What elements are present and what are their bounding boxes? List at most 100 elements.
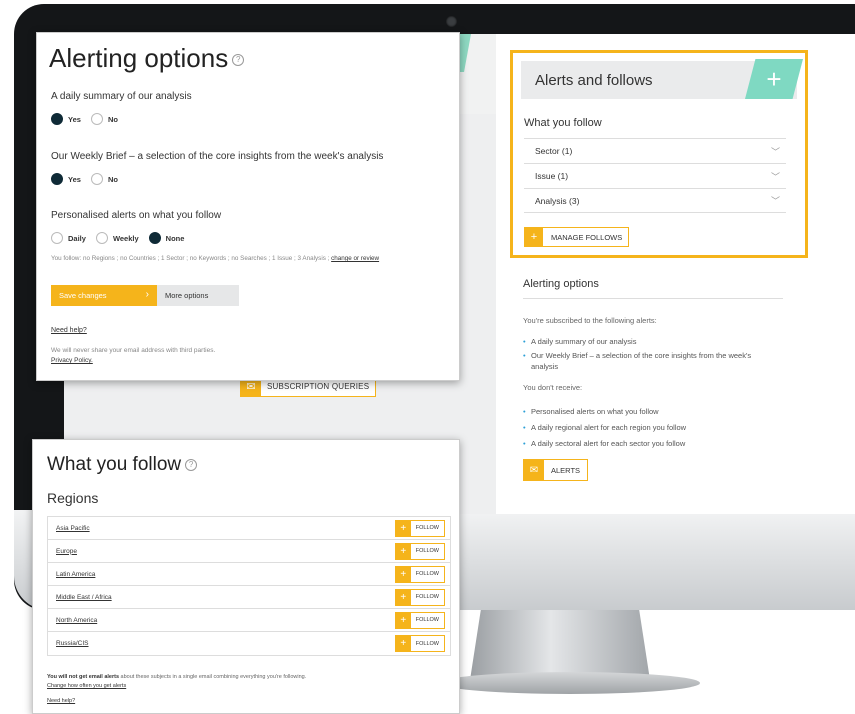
plus-icon: + — [395, 636, 411, 651]
panel-title-text: Alerting options — [49, 43, 229, 73]
radio-none[interactable]: None — [148, 232, 185, 244]
chevron-down-icon: ﹀ — [770, 146, 780, 157]
follow-label: FOLLOW — [415, 571, 439, 577]
follow-button[interactable]: + FOLLOW — [394, 519, 445, 537]
save-changes-label: Save changes — [59, 291, 107, 300]
dont-receive-item: A daily sectoral alert for each sector y… — [523, 438, 778, 449]
follow-label: FOLLOW — [415, 640, 439, 647]
help-icon[interactable]: ? — [232, 54, 245, 67]
privacy-policy-link[interactable]: Privacy Policy. — [51, 357, 93, 364]
follow-button[interactable]: + FOLLOW — [394, 565, 445, 583]
follow-button[interactable]: + FOLLOW — [394, 542, 445, 560]
no-email-text: about these subjects in a single email c… — [119, 674, 307, 680]
panel-title: What you follow? — [47, 454, 198, 476]
table-row: North America + FOLLOW — [48, 609, 450, 632]
more-options-button[interactable]: More options — [157, 285, 239, 306]
subscribed-item: A daily summary of our analysis — [523, 336, 778, 347]
alerts-follows-header: Alerts and follows + — [521, 59, 803, 99]
radio-no[interactable]: No — [90, 173, 118, 185]
radio-no[interactable]: No — [90, 113, 118, 125]
plus-icon[interactable]: + — [745, 59, 803, 99]
no-email-note: You will not get email alerts about thes… — [47, 674, 306, 680]
alerts-label: ALERTS — [551, 465, 581, 475]
alerts-button[interactable]: ✉ ALERTS — [523, 459, 589, 481]
radio-button[interactable] — [51, 173, 63, 185]
alerts-follows-title: Alerts and follows — [535, 72, 653, 89]
follow-label: FOLLOW — [415, 548, 439, 554]
follow-row-label: Issue (1) — [535, 171, 569, 181]
follow-row-analysis[interactable]: Analysis (3) ﹀ — [524, 188, 786, 213]
plus-icon: + — [395, 612, 411, 628]
regions-table: Asia Pacific + FOLLOW Europe + FOLLOW Lati… — [47, 516, 451, 656]
daily-summary-radio-group: Yes No — [51, 113, 128, 125]
follow-label: FOLLOW — [415, 594, 439, 600]
follow-label: FOLLOW — [415, 617, 439, 623]
radio-label: Daily — [68, 233, 86, 243]
change-frequency-link[interactable]: Change how often you get alerts — [47, 683, 126, 689]
plus-icon: + — [395, 520, 411, 536]
radio-button[interactable] — [90, 173, 103, 185]
subscription-queries-label: SUBSCRIPTION QUERIES — [267, 381, 370, 391]
region-link[interactable]: Middle East / Africa — [56, 594, 112, 601]
radio-label: Yes — [68, 174, 81, 184]
help-icon[interactable]: ? — [185, 458, 198, 471]
you-follow-summary: You follow: no Regions ; no Countries ; … — [51, 255, 379, 262]
divider — [523, 298, 783, 299]
manage-follows-button[interactable]: + MANAGE FOLLOWS — [524, 227, 630, 247]
table-row: Asia Pacific + FOLLOW — [48, 517, 450, 540]
regions-heading: Regions — [47, 490, 99, 506]
daily-summary-question: A daily summary of our analysis — [51, 91, 192, 102]
follow-button[interactable]: + FOLLOW — [394, 635, 445, 652]
radio-weekly[interactable]: Weekly — [95, 232, 139, 244]
need-help-link[interactable]: Need help? — [47, 698, 75, 704]
radio-yes[interactable]: Yes — [51, 173, 81, 185]
manage-follows-label: MANAGE FOLLOWS — [551, 232, 623, 242]
table-row: Russia/CIS + FOLLOW — [48, 632, 450, 655]
radio-button[interactable] — [51, 113, 63, 125]
table-row: Latin America + FOLLOW — [48, 563, 450, 586]
need-help-link[interactable]: Need help? — [51, 327, 87, 334]
radio-button[interactable] — [148, 232, 161, 244]
weekly-brief-radio-group: Yes No — [51, 173, 128, 185]
privacy-note: We will never share your email address w… — [51, 347, 216, 354]
follow-row-issue[interactable]: Issue (1) ﹀ — [524, 163, 786, 188]
what-you-follow-label: What you follow — [524, 117, 602, 129]
subscribed-intro: You're subscribed to the following alert… — [523, 316, 657, 325]
follow-label: FOLLOW — [415, 525, 439, 531]
follow-button[interactable]: + FOLLOW — [394, 611, 445, 629]
follow-row-label: Analysis (3) — [535, 195, 580, 206]
plus-icon: + — [395, 566, 411, 582]
region-link[interactable]: Latin America — [56, 571, 95, 578]
plus-icon: + — [395, 543, 411, 559]
save-changes-button[interactable]: Save changes › — [51, 285, 157, 306]
alerts-follows-card: Alerts and follows + What you follow Sec… — [510, 50, 808, 258]
radio-yes[interactable]: Yes — [51, 113, 81, 125]
region-link[interactable]: Asia Pacific — [56, 525, 90, 532]
subscribed-item: Our Weekly Brief – a selection of the co… — [523, 350, 778, 372]
region-link[interactable]: Russia/CIS — [56, 640, 89, 647]
region-link[interactable]: North America — [56, 617, 97, 624]
radio-label: No — [107, 174, 118, 184]
radio-button[interactable] — [95, 232, 108, 244]
camera-dot — [446, 16, 457, 27]
region-link[interactable]: Europe — [56, 548, 77, 555]
personalised-alerts-radio-group: Daily Weekly None — [51, 232, 194, 244]
follow-button[interactable]: + FOLLOW — [394, 588, 445, 606]
change-or-review-link[interactable]: change or review — [331, 255, 379, 262]
radio-daily[interactable]: Daily — [51, 232, 86, 244]
dont-receive-intro: You don't receive: — [523, 383, 583, 392]
table-row: Europe + FOLLOW — [48, 540, 450, 563]
radio-button[interactable] — [51, 232, 63, 244]
personalised-alerts-question: Personalised alerts on what you follow — [51, 210, 222, 221]
panel-title: Alerting options? — [49, 43, 245, 74]
plus-icon: + — [525, 228, 543, 246]
radio-button[interactable] — [90, 113, 103, 125]
dont-receive-item: Personalised alerts on what you follow — [523, 406, 778, 417]
radio-label: None — [165, 233, 185, 243]
follow-row-sector[interactable]: Sector (1) ﹀ — [524, 138, 786, 163]
no-email-bold: You will not get email alerts — [47, 674, 120, 680]
radio-label: No — [107, 114, 118, 124]
chevron-down-icon: ﹀ — [770, 196, 780, 206]
radio-label: Weekly — [112, 233, 139, 243]
chevron-down-icon: ﹀ — [770, 171, 780, 182]
